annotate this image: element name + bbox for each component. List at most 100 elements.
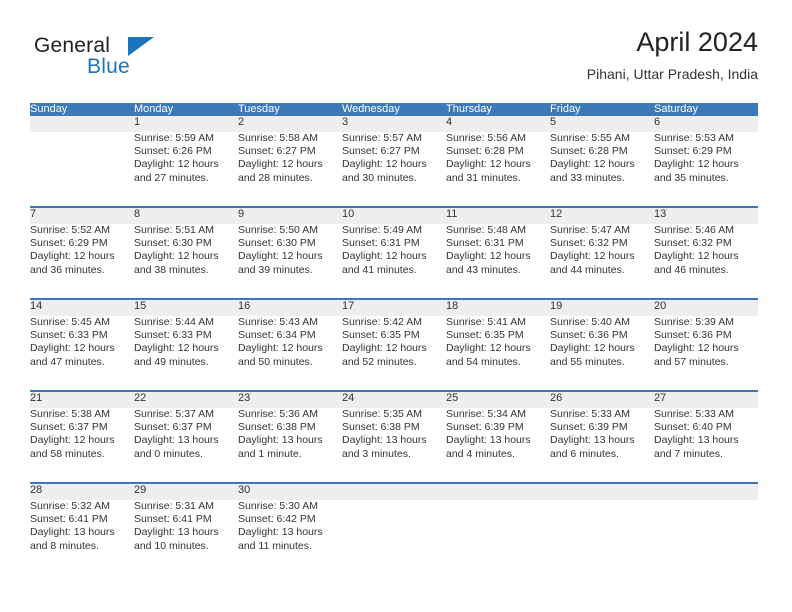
day-detail-row: Sunrise: 5:32 AM Sunset: 6:41 PM Daylight:… [30, 500, 758, 566]
general-blue-logo[interactable]: General Blue [34, 34, 164, 86]
day-number[interactable]: 11 [446, 208, 550, 224]
day-number[interactable]: 20 [654, 300, 758, 316]
day-number[interactable]: 6 [654, 116, 758, 132]
day-cell-empty [654, 500, 758, 566]
daylight-duration-line2: and 50 minutes. [238, 355, 313, 368]
day-number[interactable]: 3 [342, 116, 446, 132]
day-cell[interactable]: Sunrise: 5:48 AM Sunset: 6:31 PM Daylight:… [446, 224, 550, 290]
day-number[interactable]: 1 [134, 116, 238, 132]
day-cell[interactable]: Sunrise: 5:38 AM Sunset: 6:37 PM Daylight:… [30, 408, 134, 474]
sunset-time: Sunset: 6:37 PM [30, 421, 108, 434]
day-cell[interactable]: Sunrise: 5:53 AM Sunset: 6:29 PM Daylight:… [654, 132, 758, 198]
daylight-duration-line2: and 57 minutes. [654, 355, 729, 368]
day-cell[interactable]: Sunrise: 5:41 AM Sunset: 6:35 PM Daylight:… [446, 316, 550, 382]
day-cell[interactable]: Sunrise: 5:33 AM Sunset: 6:40 PM Daylight:… [654, 408, 758, 474]
sunrise-time: Sunrise: 5:59 AM [134, 132, 214, 144]
daylight-duration-line1: Daylight: 12 hours [30, 250, 115, 263]
day-number[interactable]: 8 [134, 208, 238, 224]
day-cell[interactable]: Sunrise: 5:39 AM Sunset: 6:36 PM Daylight:… [654, 316, 758, 382]
day-cell[interactable]: Sunrise: 5:52 AM Sunset: 6:29 PM Daylight:… [30, 224, 134, 290]
day-number[interactable]: 23 [238, 392, 342, 408]
sunrise-time: Sunrise: 5:37 AM [134, 408, 214, 420]
day-number-empty [446, 484, 550, 500]
day-cell[interactable]: Sunrise: 5:46 AM Sunset: 6:32 PM Daylight:… [654, 224, 758, 290]
daylight-duration-line2: and 28 minutes. [238, 171, 313, 184]
day-cell[interactable]: Sunrise: 5:50 AM Sunset: 6:30 PM Daylight:… [238, 224, 342, 290]
day-number[interactable]: 21 [30, 392, 134, 408]
day-cell[interactable]: Sunrise: 5:34 AM Sunset: 6:39 PM Daylight:… [446, 408, 550, 474]
day-cell[interactable]: Sunrise: 5:51 AM Sunset: 6:30 PM Daylight:… [134, 224, 238, 290]
day-cell[interactable]: Sunrise: 5:32 AM Sunset: 6:41 PM Daylight:… [30, 500, 134, 566]
day-number[interactable]: 17 [342, 300, 446, 316]
day-cell[interactable]: Sunrise: 5:44 AM Sunset: 6:33 PM Daylight:… [134, 316, 238, 382]
day-detail-row: Sunrise: 5:45 AM Sunset: 6:33 PM Daylight:… [30, 316, 758, 382]
sunset-time: Sunset: 6:29 PM [654, 145, 732, 158]
daylight-duration-line1: Daylight: 12 hours [446, 250, 531, 263]
day-number[interactable]: 25 [446, 392, 550, 408]
daylight-duration-line1: Daylight: 13 hours [342, 434, 427, 447]
daylight-duration-line1: Daylight: 12 hours [238, 250, 323, 263]
day-cell[interactable]: Sunrise: 5:33 AM Sunset: 6:39 PM Daylight:… [550, 408, 654, 474]
day-number[interactable]: 2 [238, 116, 342, 132]
day-number[interactable]: 7 [30, 208, 134, 224]
day-number[interactable]: 30 [238, 484, 342, 500]
day-cell[interactable]: Sunrise: 5:49 AM Sunset: 6:31 PM Daylight:… [342, 224, 446, 290]
daylight-duration-line2: and 46 minutes. [654, 263, 729, 276]
day-number[interactable]: 12 [550, 208, 654, 224]
day-cell[interactable]: Sunrise: 5:42 AM Sunset: 6:35 PM Daylight:… [342, 316, 446, 382]
daylight-duration-line1: Daylight: 12 hours [550, 342, 635, 355]
day-number[interactable]: 13 [654, 208, 758, 224]
daylight-duration-line1: Daylight: 12 hours [654, 250, 739, 263]
day-number[interactable]: 5 [550, 116, 654, 132]
day-cell[interactable]: Sunrise: 5:30 AM Sunset: 6:42 PM Daylight:… [238, 500, 342, 566]
day-number[interactable]: 24 [342, 392, 446, 408]
day-number[interactable]: 9 [238, 208, 342, 224]
day-number[interactable]: 19 [550, 300, 654, 316]
day-number[interactable]: 29 [134, 484, 238, 500]
sunrise-time: Sunrise: 5:48 AM [446, 224, 526, 236]
title-block: April 2024 Pihani, Uttar Pradesh, India [587, 26, 758, 84]
day-cell[interactable]: Sunrise: 5:57 AM Sunset: 6:27 PM Daylight:… [342, 132, 446, 198]
daylight-duration-line1: Daylight: 12 hours [446, 342, 531, 355]
daylight-duration-line1: Daylight: 12 hours [134, 158, 219, 171]
daylight-duration-line2: and 55 minutes. [550, 355, 625, 368]
sunset-time: Sunset: 6:40 PM [654, 421, 732, 434]
day-cell[interactable]: Sunrise: 5:55 AM Sunset: 6:28 PM Daylight:… [550, 132, 654, 198]
day-cell[interactable]: Sunrise: 5:43 AM Sunset: 6:34 PM Daylight:… [238, 316, 342, 382]
day-detail-row: Sunrise: 5:38 AM Sunset: 6:37 PM Daylight:… [30, 408, 758, 474]
day-cell[interactable]: Sunrise: 5:45 AM Sunset: 6:33 PM Daylight:… [30, 316, 134, 382]
day-cell[interactable]: Sunrise: 5:37 AM Sunset: 6:37 PM Daylight:… [134, 408, 238, 474]
daylight-duration-line2: and 27 minutes. [134, 171, 209, 184]
day-cell[interactable]: Sunrise: 5:36 AM Sunset: 6:38 PM Daylight:… [238, 408, 342, 474]
day-cell[interactable]: Sunrise: 5:40 AM Sunset: 6:36 PM Daylight:… [550, 316, 654, 382]
day-cell[interactable]: Sunrise: 5:47 AM Sunset: 6:32 PM Daylight:… [550, 224, 654, 290]
day-number[interactable]: 4 [446, 116, 550, 132]
sunrise-time: Sunrise: 5:30 AM [238, 500, 318, 512]
calendar-page: General Blue April 2024 Pihani, Uttar Pr… [0, 0, 792, 612]
page-header: General Blue April 2024 Pihani, Uttar Pr… [34, 26, 758, 96]
week-gap [30, 474, 758, 482]
day-number[interactable]: 14 [30, 300, 134, 316]
day-cell[interactable]: Sunrise: 5:59 AM Sunset: 6:26 PM Daylight:… [134, 132, 238, 198]
day-cell[interactable]: Sunrise: 5:56 AM Sunset: 6:28 PM Daylight:… [446, 132, 550, 198]
sunrise-time: Sunrise: 5:41 AM [446, 316, 526, 328]
day-number[interactable]: 15 [134, 300, 238, 316]
day-number[interactable]: 18 [446, 300, 550, 316]
day-number[interactable]: 27 [654, 392, 758, 408]
day-number[interactable]: 10 [342, 208, 446, 224]
column-header-thursday: Thursday [446, 103, 550, 116]
day-number[interactable]: 16 [238, 300, 342, 316]
day-cell[interactable]: Sunrise: 5:31 AM Sunset: 6:41 PM Daylight:… [134, 500, 238, 566]
daylight-duration-line2: and 1 minute. [238, 447, 302, 460]
day-number[interactable]: 28 [30, 484, 134, 500]
day-detail-row: Sunrise: 5:59 AM Sunset: 6:26 PM Daylight:… [30, 132, 758, 198]
daylight-duration-line2: and 7 minutes. [654, 447, 723, 460]
day-number[interactable]: 26 [550, 392, 654, 408]
sunset-time: Sunset: 6:37 PM [134, 421, 212, 434]
sunset-time: Sunset: 6:32 PM [654, 237, 732, 250]
sunset-time: Sunset: 6:35 PM [342, 329, 420, 342]
day-number[interactable]: 22 [134, 392, 238, 408]
day-cell[interactable]: Sunrise: 5:58 AM Sunset: 6:27 PM Daylight:… [238, 132, 342, 198]
daylight-duration-line1: Daylight: 12 hours [134, 250, 219, 263]
day-cell[interactable]: Sunrise: 5:35 AM Sunset: 6:38 PM Daylight:… [342, 408, 446, 474]
